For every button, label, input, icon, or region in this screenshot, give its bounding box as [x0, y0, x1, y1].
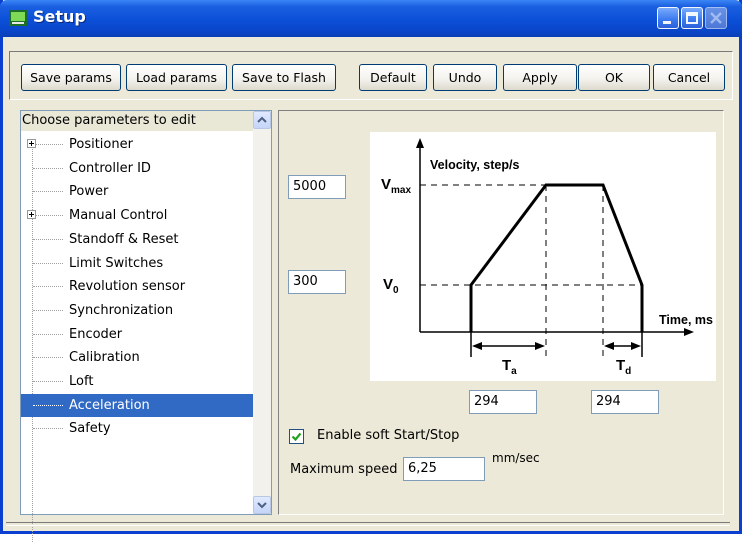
tree-connector [33, 167, 63, 169]
plus-box-icon[interactable] [27, 210, 36, 220]
max-speed-unit: mm/sec [492, 451, 540, 465]
max-speed-input[interactable]: 6,25 [403, 457, 485, 481]
acceleration-diagram: Velocity, step/s Time, ms Vmax V0 Ta Td [370, 132, 716, 381]
save-to-flash-button[interactable]: Save to Flash [232, 64, 336, 91]
x-axis-label: Time, ms [659, 313, 713, 327]
ta-label: Ta [502, 357, 517, 377]
tree-connector [33, 333, 63, 335]
tree-header: Choose parameters to edit [21, 111, 253, 131]
tree-item-label: Revolution sensor [69, 279, 186, 295]
tree-item-label: Manual Control [69, 208, 168, 224]
tree-connector [33, 428, 63, 430]
velocity-curve [469, 183, 644, 332]
scroll-down-button[interactable] [253, 496, 271, 514]
tree-item-label: Calibration [69, 350, 140, 366]
tree-item-synchronization[interactable]: Synchronization [21, 299, 253, 322]
tree-connector [33, 191, 63, 193]
tree-item-standoff-reset[interactable]: Standoff & Reset [21, 228, 253, 251]
tree-connector [33, 357, 63, 359]
x-axis-arrow [684, 328, 694, 336]
y-axis-label: Velocity, step/s [430, 158, 519, 172]
tree-item-power[interactable]: Power [21, 180, 253, 203]
tree-item-label: Loft [69, 374, 94, 389]
tree-item-label: Acceleration [69, 397, 150, 413]
tree-connector [33, 144, 63, 145]
max-speed-label: Maximum speed [290, 462, 398, 477]
load-params-button[interactable]: Load params [126, 64, 227, 91]
ok-button[interactable]: OK [578, 64, 650, 91]
maximize-icon [686, 12, 698, 24]
soft-start-label: Enable soft Start/Stop [317, 428, 460, 443]
undo-button[interactable]: Undo [433, 64, 497, 91]
tree-item-label: Safety [69, 421, 111, 437]
tree-connector [33, 238, 63, 240]
y-axis-arrow [416, 138, 424, 148]
tree-connector [33, 286, 63, 288]
tree-connector [33, 381, 63, 382]
tree-scrollbar[interactable] [253, 111, 271, 514]
parameter-tree[interactable]: Choose parameters to edit Positioner Cont… [20, 110, 272, 542]
cancel-button[interactable]: Cancel [653, 64, 725, 91]
v0-input[interactable]: 300 [288, 270, 346, 294]
td-label: Td [616, 357, 631, 377]
tree-connector [33, 309, 63, 311]
chevron-down-icon [257, 502, 267, 509]
velocity-profile-chart: Velocity, step/s Time, ms Vmax V0 Ta Td [381, 138, 713, 377]
close-button[interactable] [705, 7, 727, 29]
td-input[interactable]: 294 [591, 390, 659, 414]
window-title: Setup [33, 7, 86, 26]
tree-item-limit-switches[interactable]: Limit Switches [21, 252, 253, 275]
minimize-button[interactable] [657, 7, 679, 29]
tree-item-controller-id[interactable]: Controller ID [21, 157, 253, 180]
save-params-button[interactable]: Save params [21, 64, 121, 91]
tree-item-label: Power [69, 184, 109, 200]
tree-item-calibration[interactable]: Calibration [21, 346, 253, 369]
close-icon [710, 12, 722, 24]
minimize-icon [663, 21, 671, 24]
ta-input[interactable]: 294 [469, 390, 537, 414]
v0-label: V0 [383, 276, 399, 296]
tree-item-label: Encoder [69, 326, 123, 342]
soft-start-checkbox[interactable] [289, 429, 304, 444]
tree-item-manual-control[interactable]: Manual Control [21, 204, 253, 227]
chevron-up-icon [257, 116, 267, 123]
tree-item-label: Positioner [69, 137, 133, 152]
tree-item-label: Controller ID [69, 160, 151, 176]
default-button[interactable]: Default [359, 64, 427, 91]
tree-item-acceleration[interactable]: Acceleration [21, 393, 253, 417]
apply-button[interactable]: Apply [503, 64, 577, 91]
vmax-input[interactable]: 5000 [288, 175, 346, 199]
vmax-label: Vmax [381, 176, 411, 196]
tree-item-revolution-sensor[interactable]: Revolution sensor [21, 275, 253, 298]
plus-box-icon[interactable] [27, 139, 36, 148]
tree-connector [33, 215, 63, 217]
bottom-separator [6, 522, 730, 526]
tree-item-label: Limit Switches [69, 255, 164, 271]
tree-connector [33, 404, 63, 406]
tree-item-label: Standoff & Reset [69, 231, 179, 247]
tree-item-label: Synchronization [69, 302, 174, 318]
tree-item-encoder[interactable]: Encoder [21, 323, 253, 346]
tree-item-safety[interactable]: Safety [21, 417, 253, 440]
tree-item-loft[interactable]: Loft [21, 370, 253, 393]
tree-connector [33, 262, 63, 264]
maximize-button[interactable] [681, 7, 703, 29]
app-icon [9, 10, 27, 26]
checkmark-icon [291, 432, 302, 442]
scroll-up-button[interactable] [253, 111, 271, 129]
tree-item-positioner[interactable]: Positioner [21, 133, 253, 156]
title-bar[interactable]: Setup [0, 0, 742, 37]
